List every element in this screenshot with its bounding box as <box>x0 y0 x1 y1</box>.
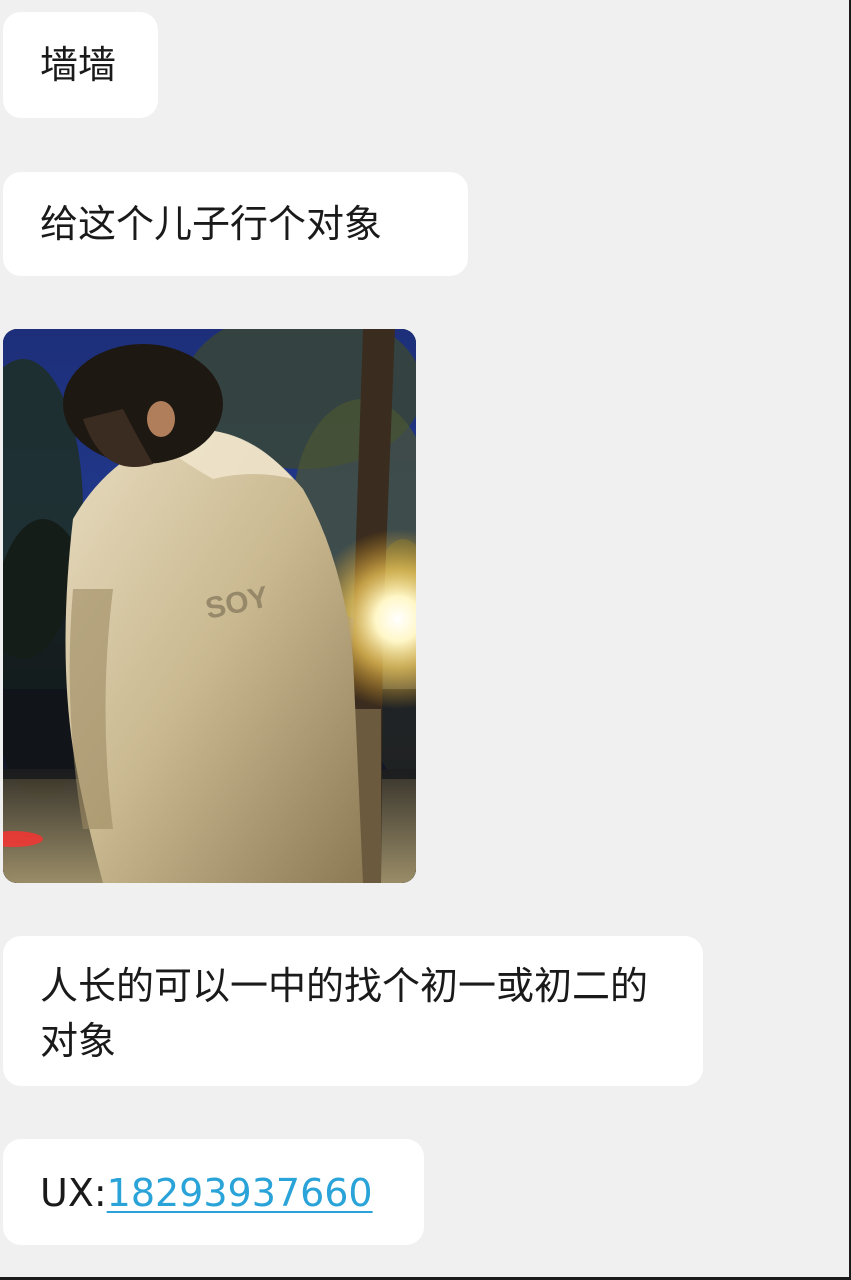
message-text: 墙墙 <box>40 43 117 87</box>
message-photo[interactable]: SOY <box>3 329 416 883</box>
message-text: 给这个儿子行个对象 <box>40 202 383 246</box>
message-bubble-1[interactable]: 墙墙 <box>3 12 158 118</box>
message-bubble-3[interactable]: 人长的可以一中的找个初一或初二的对象 <box>3 936 703 1086</box>
chat-view: 墙墙 给这个儿子行个对象 SOY 人长的可以一中的找个初一或初二的对象 UX:1… <box>0 0 851 1280</box>
message-text: 人长的可以一中的找个初一或初二的对象 <box>40 964 649 1063</box>
message-bubble-2[interactable]: 给这个儿子行个对象 <box>3 172 468 276</box>
photo-image: SOY <box>3 329 416 883</box>
phone-link[interactable]: 18293937660 <box>107 1171 373 1215</box>
contact-prefix: UX: <box>40 1171 107 1215</box>
message-bubble-4[interactable]: UX:18293937660 <box>3 1139 424 1245</box>
